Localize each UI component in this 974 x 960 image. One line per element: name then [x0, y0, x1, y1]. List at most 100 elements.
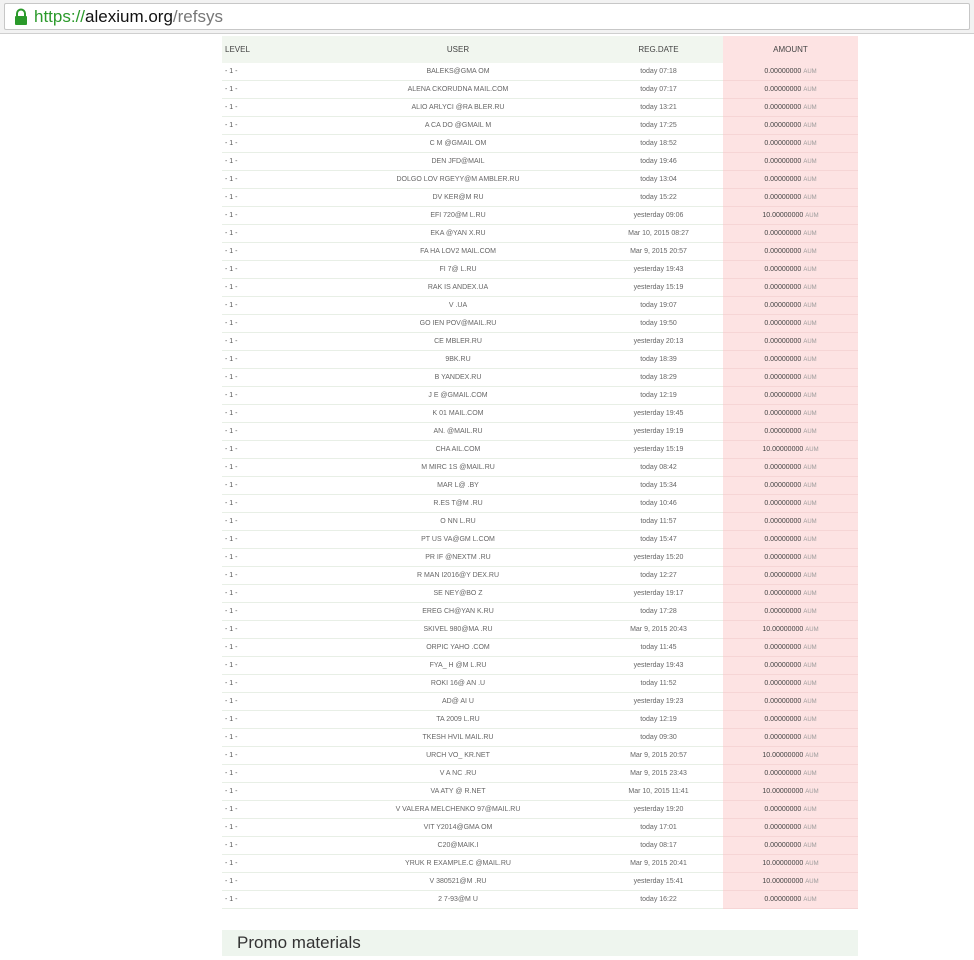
- row-amount: 10.00000000 AUM: [723, 746, 858, 765]
- row-reg-date: Mar 10, 2015 08:27: [594, 224, 723, 243]
- row-level: - 1 -: [222, 278, 322, 297]
- row-user: FI 7@ L.RU: [322, 260, 594, 279]
- table-row: - 1 - VA ATY @ R.NET Mar 10, 2015 11:41 10.…: [222, 782, 858, 801]
- amount-unit: AUM: [805, 879, 819, 885]
- amount-unit: AUM: [803, 411, 817, 417]
- row-amount: 0.00000000 AUM: [723, 422, 858, 441]
- amount-value: 0.00000000: [764, 662, 802, 669]
- row-user: PR IF @NEXTM .RU: [322, 548, 594, 567]
- amount-value: 0.00000000: [764, 374, 802, 381]
- table-row: - 1 -M MIRC 1S @MAIL.RU today 08:42 0.0000…: [222, 458, 858, 477]
- amount-value: 0.00000000: [764, 302, 802, 309]
- row-user: ALENA CKORUDNA MAIL.COM: [322, 80, 594, 99]
- row-user: DV KER@M RU: [322, 188, 594, 207]
- table-row: - 1 - FYA_ H @M L.RU yesterday 19:43 0.0000…: [222, 656, 858, 675]
- row-reg-date: today 10:46: [594, 494, 723, 513]
- row-reg-date: yesterday 09:06: [594, 206, 723, 225]
- amount-unit: AUM: [803, 141, 817, 147]
- row-reg-date: today 16:22: [594, 890, 723, 909]
- row-user: ALIO ARLYCI @RA BLER.RU: [322, 98, 594, 117]
- table-body: - 1 - BALEKS@GMA OM today 07:18 0.00000000 A…: [222, 63, 858, 909]
- row-reg-date: yesterday 15:19: [594, 278, 723, 297]
- amount-value: 0.00000000: [764, 428, 802, 435]
- header-level: LEVEL: [222, 36, 322, 63]
- row-user: K 01 MAIL.COM: [322, 404, 594, 423]
- row-level: - 1 -: [222, 872, 322, 891]
- row-reg-date: today 19:07: [594, 296, 723, 315]
- table-row: - 1 - C20@MAIK.I today 08:17 0.00000000 AUM: [222, 836, 858, 855]
- row-reg-date: yesterday 19:45: [594, 404, 723, 423]
- amount-unit: AUM: [803, 537, 817, 543]
- address-bar[interactable]: https://alexium.org/refsys: [4, 3, 970, 30]
- row-reg-date: yesterday 19:17: [594, 584, 723, 603]
- row-level: - 1 -: [222, 836, 322, 855]
- row-level: - 1 -: [222, 782, 322, 801]
- table-row: - 1 - RAK IS ANDEX.UA yesterday 15:19 0.000…: [222, 278, 858, 297]
- row-level: - 1 -: [222, 440, 322, 459]
- row-amount: 0.00000000 AUM: [723, 404, 858, 423]
- row-user: GO IEN POV@MAIL.RU: [322, 314, 594, 333]
- table-row: - 1 - AN. @MAIL.RU yesterday 19:19 0.000000…: [222, 422, 858, 441]
- row-user: ORPIC YAHO .COM: [322, 638, 594, 657]
- row-level: - 1 -: [222, 296, 322, 315]
- table-row: - 1 - ALIO ARLYCI @RA BLER.RU today 13:21 0…: [222, 98, 858, 117]
- row-user: C20@MAIK.I: [322, 836, 594, 855]
- row-user: A CA DO @GMAIL M: [322, 116, 594, 135]
- row-amount: 0.00000000 AUM: [723, 242, 858, 261]
- amount-unit: AUM: [803, 321, 817, 327]
- url-path: /refsys: [172, 7, 223, 26]
- row-user: V VALERA MELCHENKO 97@MAIL.RU: [322, 800, 594, 819]
- row-user: B YANDEX.RU: [322, 368, 594, 387]
- row-level: - 1 -: [222, 674, 322, 693]
- row-amount: 10.00000000 AUM: [723, 206, 858, 225]
- row-reg-date: today 12:19: [594, 710, 723, 729]
- table-row: - 1 - PR IF @NEXTM .RU yesterday 15:20 0.00…: [222, 548, 858, 567]
- amount-value: 10.00000000: [762, 626, 804, 633]
- row-amount: 0.00000000 AUM: [723, 296, 858, 315]
- table-row: - 1 - VIT Y2014@GMA OM today 17:01 0.000000…: [222, 818, 858, 837]
- row-level: - 1 -: [222, 422, 322, 441]
- amount-unit: AUM: [803, 69, 817, 75]
- row-amount: 0.00000000 AUM: [723, 656, 858, 675]
- row-level: - 1 -: [222, 476, 322, 495]
- row-level: - 1 -: [222, 224, 322, 243]
- table-row: - 1 -B YANDEX.RU today 18:29 0.00000000 AUM: [222, 368, 858, 387]
- table-row: - 1 - SE NEY@BO Zyesterday 19:17 0.0000000…: [222, 584, 858, 603]
- amount-unit: AUM: [803, 231, 817, 237]
- amount-unit: AUM: [803, 573, 817, 579]
- row-user: MAR L@ .BY: [322, 476, 594, 495]
- row-level: - 1 -: [222, 368, 322, 387]
- amount-value: 0.00000000: [764, 68, 802, 75]
- row-amount: 0.00000000 AUM: [723, 836, 858, 855]
- row-reg-date: today 17:01: [594, 818, 723, 837]
- amount-value: 0.00000000: [764, 122, 802, 129]
- row-level: - 1 -: [222, 548, 322, 567]
- row-reg-date: yesterday 19:43: [594, 656, 723, 675]
- promo-materials-header[interactable]: Promo materials: [222, 930, 858, 956]
- row-user: BALEKS@GMA OM: [322, 63, 594, 81]
- row-reg-date: Mar 9, 2015 20:57: [594, 242, 723, 261]
- amount-unit: AUM: [803, 717, 817, 723]
- row-reg-date: today 07:18: [594, 63, 723, 81]
- amount-unit: AUM: [803, 429, 817, 435]
- row-user: URCH VO_ KR.NET: [322, 746, 594, 765]
- row-amount: 0.00000000 AUM: [723, 98, 858, 117]
- row-user: YRUK R EXAMPLE.C @MAIL.RU: [322, 854, 594, 873]
- amount-unit: AUM: [803, 285, 817, 291]
- row-reg-date: today 18:39: [594, 350, 723, 369]
- row-level: - 1 -: [222, 386, 322, 405]
- amount-unit: AUM: [803, 105, 817, 111]
- row-reg-date: today 08:17: [594, 836, 723, 855]
- row-amount: 0.00000000 AUM: [723, 260, 858, 279]
- row-amount: 0.00000000 AUM: [723, 638, 858, 657]
- row-reg-date: yesterday 15:41: [594, 872, 723, 891]
- table-row: - 1 -V A NC .RU Mar 9, 2015 23:43 0.000000…: [222, 764, 858, 783]
- row-level: - 1 -: [222, 584, 322, 603]
- amount-value: 0.00000000: [764, 482, 802, 489]
- table-row: - 1 - ALENA CKORUDNA MAIL.COM today 07:17 0…: [222, 80, 858, 99]
- row-level: - 1 -: [222, 242, 322, 261]
- amount-unit: AUM: [803, 483, 817, 489]
- amount-unit: AUM: [805, 213, 819, 219]
- row-level: - 1 -: [222, 890, 322, 909]
- row-user: VIT Y2014@GMA OM: [322, 818, 594, 837]
